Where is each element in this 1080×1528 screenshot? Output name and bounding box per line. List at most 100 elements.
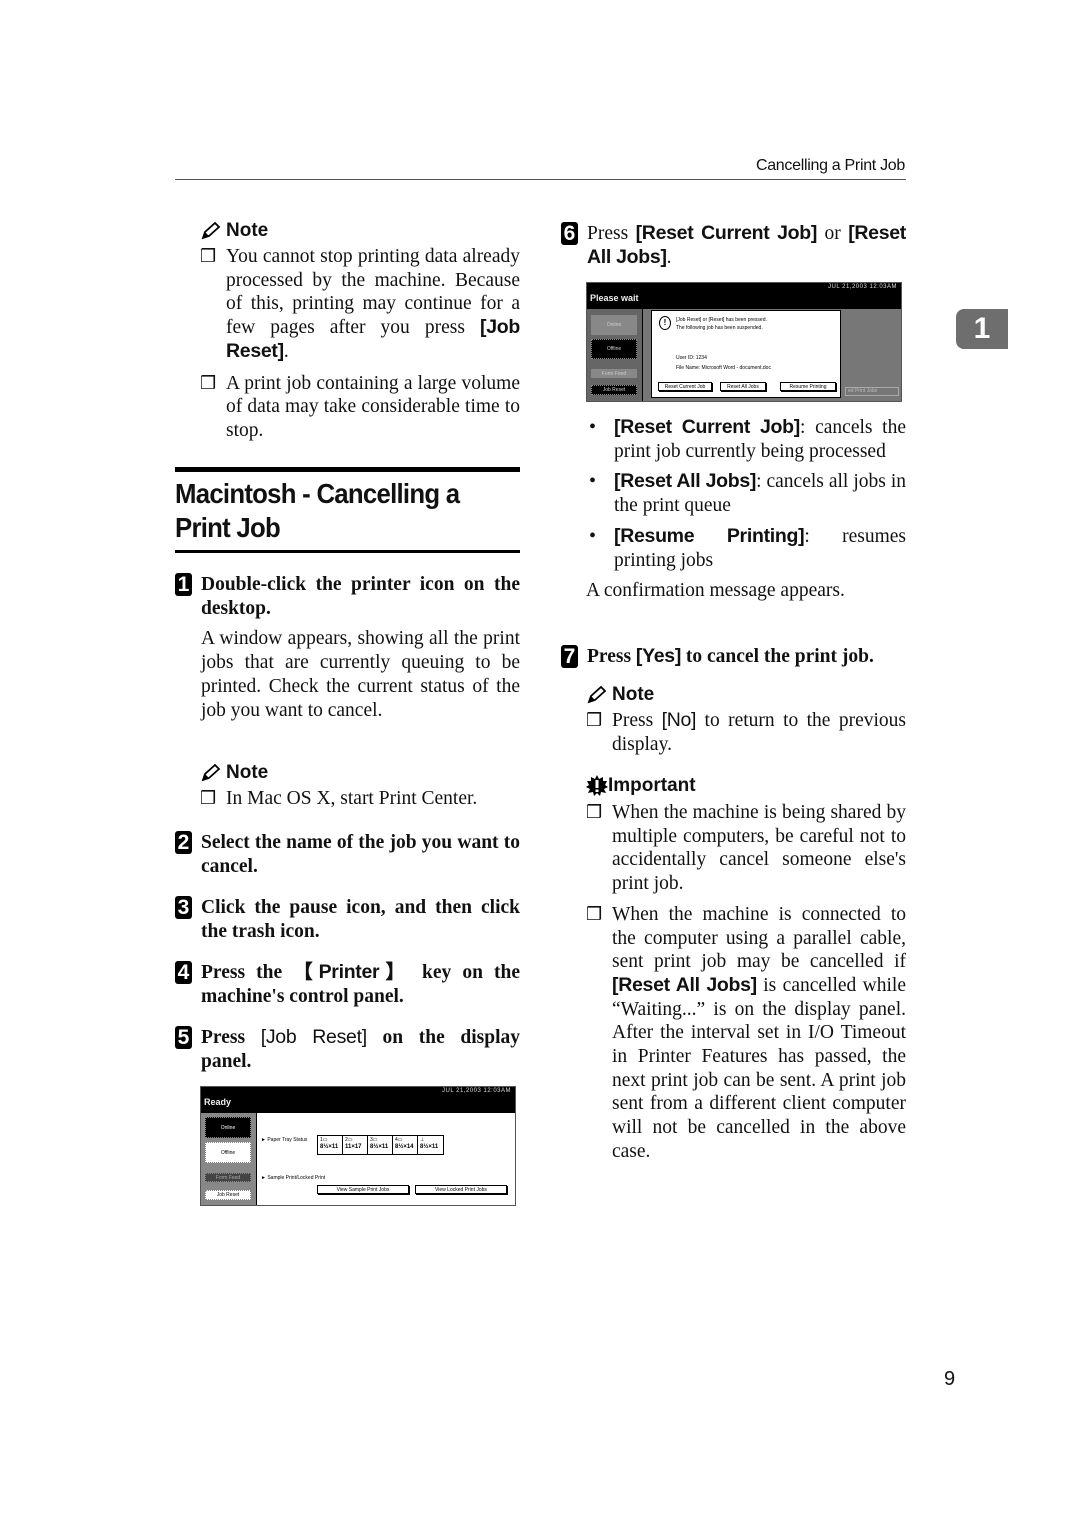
step-1: 1 Double-click the printer icon on the de… [175, 573, 520, 722]
step-number: 4 [175, 961, 192, 984]
note-block-3: Note ❒ Press [No] to return to the previ… [586, 684, 906, 756]
view-locked-print-jobs-button[interactable]: View Locked Print Jobs [415, 1185, 507, 1194]
suspend-dialog: ! [Job Reset] or [Reset] has been presse… [651, 310, 841, 398]
ready-panel-screenshot: JUL 21,2003 12:03AM Ready Online Offline… [200, 1086, 516, 1206]
paper-tray-status: 1▭ 8½×11 2▭ 11×17 3▭ 8½×11 4▭ 8½×14 ⊥ 8½×11 [317, 1135, 444, 1155]
step-4: 4 Press the 【Printer】 key on the machine'… [175, 961, 520, 1008]
pencil-icon [201, 221, 221, 240]
key-label: [No] [661, 709, 697, 731]
note-block-1: Note ❒ You cannot stop printing data alr… [200, 220, 520, 443]
dialog-message: [Job Reset] or [Reset] has been pressed. [676, 317, 767, 323]
key-label: [Resume Printing] [614, 524, 805, 547]
tray-size: 8½×14 [395, 1144, 414, 1150]
tray-size: 8½×11 [420, 1144, 439, 1150]
paper-tray-4: 4▭ 8½×14 [393, 1136, 418, 1154]
section-title: Macintosh - Cancelling a Print Job [175, 478, 460, 543]
pencil-icon [201, 763, 221, 782]
important-item: ❒ When the machine is connected to the c… [586, 903, 906, 1162]
step-7: 7 Press [Yes] to cancel the print job. [561, 645, 906, 669]
tray-id: 1▭ [320, 1137, 328, 1143]
important-block: Important ❒ When the machine is being sh… [586, 775, 906, 1164]
checkbox-glyph: ❒ [586, 802, 603, 822]
tray-id: 3▭ [370, 1137, 378, 1143]
important-item: ❒ When the machine is being shared by mu… [586, 802, 906, 895]
key-label: [Reset Current Job] [614, 416, 800, 438]
paper-tray-bypass: ⊥ 8½×11 [418, 1136, 443, 1154]
file-name: File Name: Microsoft Word - document.doc [676, 365, 771, 371]
key-label: [Reset Current Job] [635, 222, 818, 244]
online-button[interactable]: Online [205, 1117, 251, 1138]
checkbox-glyph: ❒ [200, 788, 217, 808]
note-item: ❒ Press [No] to return to the previous d… [586, 709, 907, 755]
form-feed-button[interactable]: Form Feed [205, 1173, 251, 1182]
checkbox-glyph: ❒ [586, 710, 603, 730]
key-label: [Job Reset] [260, 1026, 367, 1048]
checkbox-glyph: ❒ [200, 246, 217, 266]
note-item: ❒ A print job containing a large volume … [200, 372, 520, 441]
panel-clock: JUL 21,2003 12:03AM [828, 284, 897, 290]
online-button[interactable]: Online [591, 315, 637, 335]
checkbox-glyph: ❒ [200, 372, 217, 393]
step-number: 5 [175, 1026, 192, 1049]
section-rule-top [175, 467, 520, 472]
running-head: Cancelling a Print Job [755, 157, 905, 174]
note-heading: Note [200, 220, 520, 242]
tray-id: 4▭ [395, 1137, 403, 1143]
note-block-2: Note ❒ In Mac OS X, start Print Center. [200, 762, 520, 811]
note-item: ❒ You cannot stop printing data already … [200, 246, 520, 362]
options-list: • [Reset Current Job]: cancels the print … [586, 416, 906, 603]
reset-all-jobs-button[interactable]: Reset All Jobs [720, 382, 766, 391]
job-reset-button[interactable]: Job Reset [205, 1190, 251, 1200]
key-label: [Yes] [635, 645, 682, 667]
panel-content: ► Paper Tray Status 1▭ 8½×11 2▭ 11×17 3▭ 8½×1… [257, 1113, 515, 1205]
paper-tray-1: 1▭ 8½×11 [318, 1136, 343, 1154]
panel-clock: JUL 21,2003 12:03AM [442, 1088, 511, 1094]
dialog-message: The following job has been suspended. [676, 325, 763, 331]
note-item: ❒ In Mac OS X, start Print Center. [200, 788, 478, 809]
step-number: 3 [175, 896, 192, 919]
sample-print-label: ► Sample Print/Locked Print [261, 1175, 326, 1181]
key-label: 【Printer】 [293, 961, 411, 983]
paper-tray-3: 3▭ 8½×11 [368, 1136, 393, 1154]
paper-tray-2: 2▭ 11×17 [343, 1136, 368, 1154]
step-5: 5 Press [Job Reset] on the display panel. [175, 1026, 520, 1073]
chapter-tab: 1 [956, 309, 1008, 349]
reset-current-job-button[interactable]: Reset Current Job [658, 382, 712, 391]
please-wait-panel-screenshot: JUL 21,2003 12:03AM Please wait Online O… [586, 282, 902, 402]
warning-icon: ! [659, 316, 671, 330]
view-sample-print-jobs-button[interactable]: View Sample Print Jobs [317, 1185, 409, 1194]
tray-size: 11×17 [345, 1144, 362, 1150]
offline-button[interactable]: Offline [205, 1142, 251, 1163]
user-id: User ID: 1234 [676, 355, 707, 361]
list-item: • [Reset All Jobs]: cancels all jobs in t… [589, 470, 906, 517]
offline-button[interactable]: Offline [591, 339, 637, 359]
dimmed-button: ed Print Jobs [845, 387, 899, 396]
tray-id: ⊥ [420, 1137, 425, 1143]
step-body: A window appears, showing all the print … [201, 628, 520, 721]
tray-id: 2▭ [345, 1137, 353, 1143]
page-number: 9 [944, 1368, 956, 1390]
tray-size: 8½×11 [320, 1144, 339, 1150]
step-number: 6 [561, 222, 578, 245]
resume-printing-button[interactable]: Resume Printing [780, 382, 836, 391]
form-feed-button[interactable]: Form Feed [591, 369, 637, 378]
pencil-icon [587, 685, 607, 704]
step-number: 1 [175, 573, 192, 596]
list-item: • [Resume Printing]: resumes printing job… [589, 524, 906, 571]
important-heading: Important [586, 775, 906, 797]
note-heading: Note [200, 762, 520, 784]
note-heading-label: Note [226, 220, 269, 241]
list-item: • [Reset Current Job]: cancels the print … [589, 416, 906, 462]
step-3: 3 Click the pause icon, and then click th… [175, 896, 520, 943]
key-label: [Reset All Jobs] [612, 973, 757, 996]
header-rule [175, 179, 906, 180]
note-heading: Note [586, 684, 906, 706]
step-number: 2 [175, 831, 192, 854]
step-6: 6 Press [Reset Current Job] or [Reset All… [561, 222, 906, 269]
step-number: 7 [561, 645, 578, 668]
checkbox-glyph: ❒ [586, 903, 603, 924]
key-label: [Reset All Jobs] [614, 470, 757, 493]
job-reset-button[interactable]: Job Reset [591, 385, 637, 395]
confirmation-text: A confirmation message appears. [586, 580, 845, 602]
paper-tray-label: ► Paper Tray Status [261, 1137, 308, 1143]
